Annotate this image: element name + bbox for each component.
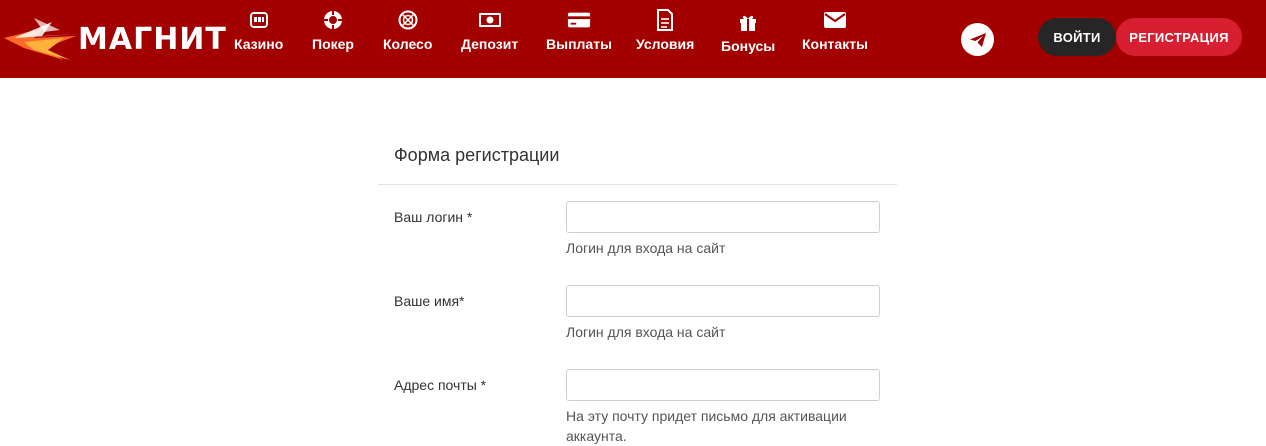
login-hint: Логин для входа на сайт (566, 240, 726, 256)
nav-contacts[interactable]: Контакты (802, 8, 868, 64)
email-hint: На эту почту придет письмо для активации… (566, 408, 847, 444)
logo-text: МАГНИТ (78, 22, 227, 57)
login-input[interactable] (566, 201, 880, 233)
telegram-icon (969, 32, 986, 47)
document-icon (653, 8, 677, 32)
form-title: Форма регистрации (394, 145, 560, 165)
wheel-icon (396, 8, 420, 32)
envelope-icon (823, 8, 847, 32)
site-header: МАГНИТ Казино Покер Колесо Депозит Выпла… (0, 0, 1266, 78)
slot-machine-icon (247, 8, 271, 32)
email-input[interactable] (566, 369, 880, 401)
poker-chip-icon (321, 8, 345, 32)
flame-logo-icon (4, 18, 80, 60)
nav-label: Покер (312, 36, 354, 52)
form-divider (378, 184, 897, 185)
register-button[interactable]: РЕГИСТРАЦИЯ (1116, 18, 1242, 56)
credit-card-icon (567, 8, 591, 32)
login-button[interactable]: ВОЙТИ (1038, 18, 1116, 56)
nav-wheel[interactable]: Колесо (383, 8, 432, 64)
nav-label: Депозит (461, 36, 519, 52)
nav-label: Колесо (383, 36, 433, 52)
nav-payouts[interactable]: Выплаты (546, 8, 612, 64)
telegram-button[interactable] (961, 23, 994, 56)
nav-bonuses[interactable]: Бонусы (721, 10, 775, 66)
name-label: Ваше имя* (394, 293, 465, 309)
nav-label: Контакты (802, 36, 869, 52)
nav-deposit[interactable]: Депозит (461, 8, 518, 64)
nav-label: Казино (234, 36, 284, 52)
nav-terms[interactable]: Условия (636, 8, 694, 64)
banknote-icon (478, 8, 502, 32)
login-label: Ваш логин * (394, 209, 473, 225)
nav-label: Условия (636, 36, 695, 52)
name-input[interactable] (566, 285, 880, 317)
nav-poker[interactable]: Покер (312, 8, 354, 64)
name-hint: Логин для входа на сайт (566, 324, 726, 340)
site-logo[interactable]: МАГНИТ (4, 8, 226, 66)
nav-casino[interactable]: Казино (234, 8, 283, 64)
nav-label: Выплаты (546, 36, 613, 52)
gift-icon (736, 10, 760, 34)
nav-label: Бонусы (721, 38, 776, 54)
email-label: Адрес почты * (394, 377, 487, 393)
